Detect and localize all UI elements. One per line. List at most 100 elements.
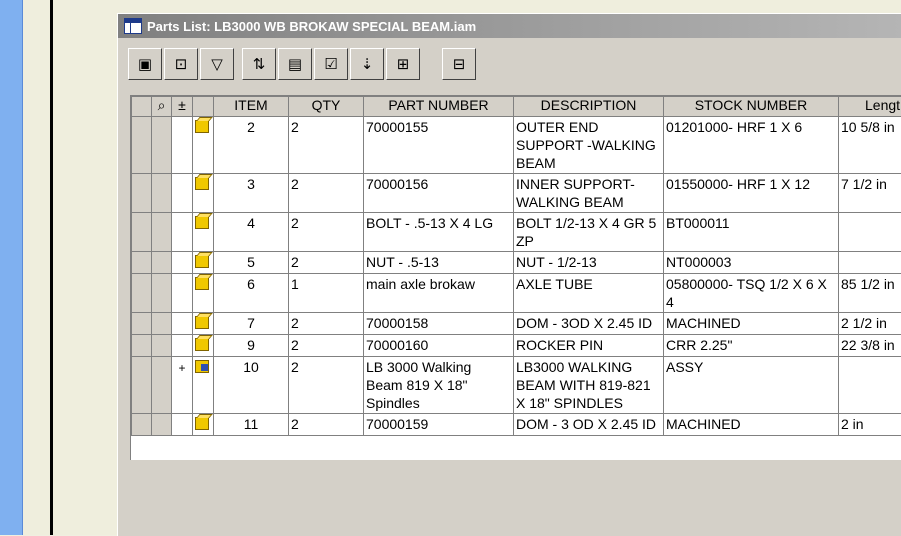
- properties-button[interactable]: ☑: [314, 48, 348, 80]
- row-expand-cell[interactable]: [172, 335, 193, 357]
- row-selector[interactable]: [132, 414, 152, 436]
- length-cell[interactable]: 2 in: [839, 414, 901, 436]
- qty-cell[interactable]: 2: [289, 335, 364, 357]
- qty-cell[interactable]: 1: [289, 274, 364, 313]
- title-bar[interactable]: Parts List: LB3000 WB BROKAW SPECIAL BEA…: [118, 14, 901, 38]
- row-selector[interactable]: [132, 174, 152, 213]
- row-selector[interactable]: [132, 313, 152, 335]
- table-row[interactable]: 2 2 70000155 OUTER END SUPPORT -WALKING …: [132, 117, 901, 174]
- qty-cell[interactable]: 2: [289, 117, 364, 174]
- filter-button[interactable]: ▽: [200, 48, 234, 80]
- table-row[interactable]: 4 2 BOLT - .5-13 X 4 LG BOLT 1/2-13 X 4 …: [132, 213, 901, 252]
- part-number-cell[interactable]: LB 3000 Walking Beam 819 X 18" Spindles: [364, 357, 514, 414]
- item-cell[interactable]: 4: [214, 213, 289, 252]
- export-button[interactable]: ⊡: [164, 48, 198, 80]
- row-selector[interactable]: [132, 274, 152, 313]
- column-chooser-button[interactable]: ▤: [278, 48, 312, 80]
- length-cell[interactable]: 85 1/2 in: [839, 274, 901, 313]
- column-header-item[interactable]: ITEM: [214, 97, 289, 117]
- item-cell[interactable]: 9: [214, 335, 289, 357]
- description-cell[interactable]: INNER SUPPORT-WALKING BEAM: [514, 174, 664, 213]
- find-column-header[interactable]: ⌕: [152, 97, 172, 117]
- column-header-qty[interactable]: QTY: [289, 97, 364, 117]
- part-number-cell[interactable]: 70000159: [364, 414, 514, 436]
- item-cell[interactable]: 6: [214, 274, 289, 313]
- description-cell[interactable]: AXLE TUBE: [514, 274, 664, 313]
- part-number-cell[interactable]: main axle brokaw: [364, 274, 514, 313]
- part-number-cell[interactable]: 70000156: [364, 174, 514, 213]
- row-selector[interactable]: [132, 335, 152, 357]
- length-cell[interactable]: [839, 252, 901, 274]
- length-cell[interactable]: [839, 213, 901, 252]
- description-cell[interactable]: DOM - 3OD X 2.45 ID: [514, 313, 664, 335]
- row-expand-cell[interactable]: [172, 274, 193, 313]
- stock-number-cell[interactable]: MACHINED: [664, 313, 839, 335]
- stock-number-cell[interactable]: ASSY: [664, 357, 839, 414]
- row-expand-cell[interactable]: [172, 252, 193, 274]
- stock-number-cell[interactable]: NT000003: [664, 252, 839, 274]
- description-cell[interactable]: DOM - 3 OD X 2.45 ID: [514, 414, 664, 436]
- row-selector[interactable]: [132, 117, 152, 174]
- length-cell[interactable]: 7 1/2 in: [839, 174, 901, 213]
- row-selector[interactable]: [132, 357, 152, 414]
- expand-toggle[interactable]: +: [178, 359, 185, 377]
- item-cell[interactable]: 7: [214, 313, 289, 335]
- stock-number-cell[interactable]: 01201000- HRF 1 X 6: [664, 117, 839, 174]
- group-button[interactable]: ⊞: [386, 48, 420, 80]
- renumber-button[interactable]: ⇣: [350, 48, 384, 80]
- stock-number-cell[interactable]: CRR 2.25": [664, 335, 839, 357]
- row-selector[interactable]: [132, 213, 152, 252]
- description-cell[interactable]: OUTER END SUPPORT -WALKING BEAM: [514, 117, 664, 174]
- stock-number-cell[interactable]: 01550000- HRF 1 X 12: [664, 174, 839, 213]
- filter-settings-button[interactable]: ▣: [128, 48, 162, 80]
- item-cell[interactable]: 10: [214, 357, 289, 414]
- item-cell[interactable]: 3: [214, 174, 289, 213]
- column-header-part-number[interactable]: PART NUMBER: [364, 97, 514, 117]
- item-cell[interactable]: 5: [214, 252, 289, 274]
- table-row[interactable]: 6 1 main axle brokaw AXLE TUBE 05800000-…: [132, 274, 901, 313]
- description-cell[interactable]: NUT - 1/2-13: [514, 252, 664, 274]
- length-cell[interactable]: 2 1/2 in: [839, 313, 901, 335]
- length-cell[interactable]: [839, 357, 901, 414]
- row-expand-cell[interactable]: +: [172, 357, 193, 414]
- length-cell[interactable]: 22 3/8 in: [839, 335, 901, 357]
- table-row[interactable]: 5 2 NUT - .5-13 NUT - 1/2-13 NT000003: [132, 252, 901, 274]
- row-expand-cell[interactable]: [172, 313, 193, 335]
- stock-number-cell[interactable]: MACHINED: [664, 414, 839, 436]
- row-expand-cell[interactable]: [172, 213, 193, 252]
- row-selector-header[interactable]: [132, 97, 152, 117]
- qty-cell[interactable]: 2: [289, 174, 364, 213]
- icon-column-header[interactable]: [193, 97, 214, 117]
- item-cell[interactable]: 11: [214, 414, 289, 436]
- row-expand-cell[interactable]: [172, 174, 193, 213]
- table-row[interactable]: 9 2 70000160 ROCKER PIN CRR 2.25" 22 3/8…: [132, 335, 901, 357]
- qty-cell[interactable]: 2: [289, 414, 364, 436]
- description-cell[interactable]: BOLT 1/2-13 X 4 GR 5 ZP: [514, 213, 664, 252]
- stock-number-cell[interactable]: 05800000- TSQ 1/2 X 6 X 4: [664, 274, 839, 313]
- qty-cell[interactable]: 2: [289, 357, 364, 414]
- part-number-cell[interactable]: 70000160: [364, 335, 514, 357]
- column-header-description[interactable]: DESCRIPTION: [514, 97, 664, 117]
- expand-column-header[interactable]: ±: [172, 97, 193, 117]
- column-settings-button[interactable]: ⊟: [442, 48, 476, 80]
- table-row[interactable]: 3 2 70000156 INNER SUPPORT-WALKING BEAM …: [132, 174, 901, 213]
- part-number-cell[interactable]: 70000158: [364, 313, 514, 335]
- stock-number-cell[interactable]: BT000011: [664, 213, 839, 252]
- qty-cell[interactable]: 2: [289, 213, 364, 252]
- description-cell[interactable]: LB3000 WALKING BEAM WITH 819-821 X 18" S…: [514, 357, 664, 414]
- row-selector[interactable]: [132, 252, 152, 274]
- part-number-cell[interactable]: NUT - .5-13: [364, 252, 514, 274]
- sort-button[interactable]: ⇅: [242, 48, 276, 80]
- column-header-stock-number[interactable]: STOCK NUMBER: [664, 97, 839, 117]
- qty-cell[interactable]: 2: [289, 313, 364, 335]
- length-cell[interactable]: 10 5/8 in: [839, 117, 901, 174]
- item-cell[interactable]: 2: [214, 117, 289, 174]
- table-row[interactable]: + 10 2 LB 3000 Walking Beam 819 X 18" Sp…: [132, 357, 901, 414]
- table-row[interactable]: 11 2 70000159 DOM - 3 OD X 2.45 ID MACHI…: [132, 414, 901, 436]
- row-expand-cell[interactable]: [172, 414, 193, 436]
- qty-cell[interactable]: 2: [289, 252, 364, 274]
- part-number-cell[interactable]: BOLT - .5-13 X 4 LG: [364, 213, 514, 252]
- part-number-cell[interactable]: 70000155: [364, 117, 514, 174]
- column-header-length[interactable]: Lengt: [839, 97, 901, 117]
- description-cell[interactable]: ROCKER PIN: [514, 335, 664, 357]
